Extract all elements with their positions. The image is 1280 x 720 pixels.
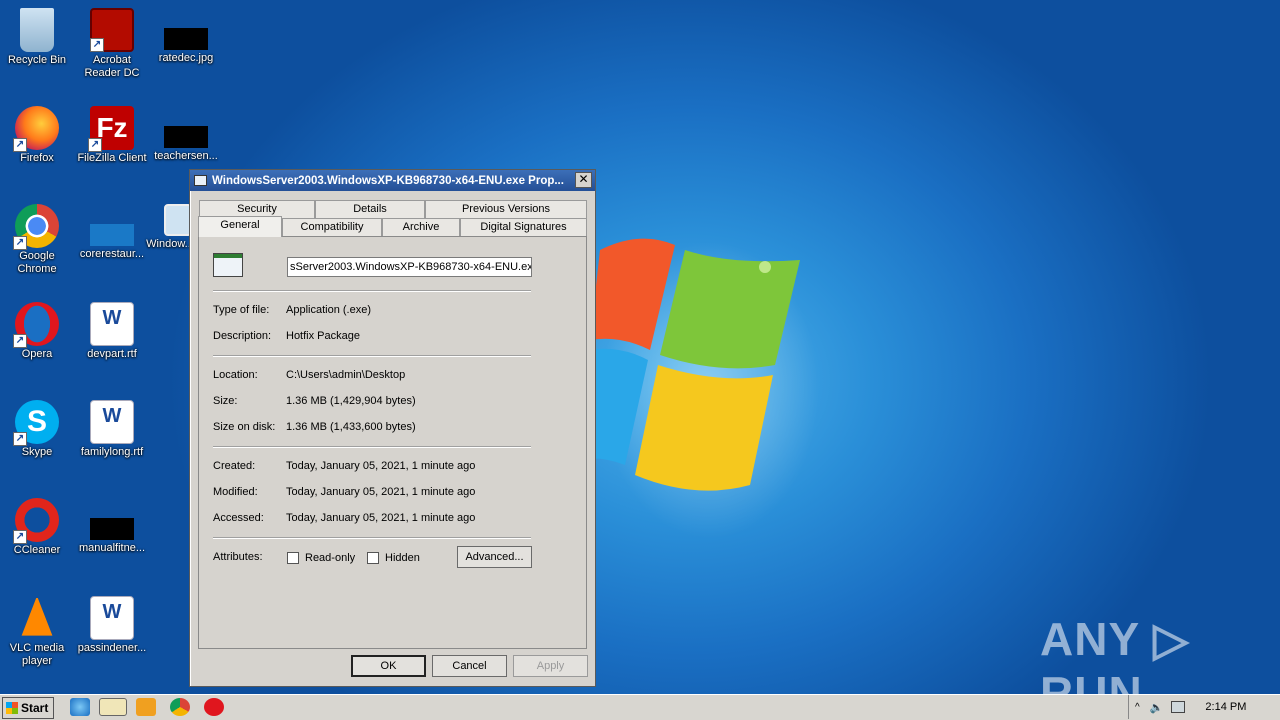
cancel-button[interactable]: Cancel <box>432 655 507 677</box>
windows-logo-wallpaper <box>580 238 800 491</box>
chrome-icon: ↗ <box>13 204 59 250</box>
ccleaner-icon: ↗ <box>13 498 59 544</box>
desktop-icon-ccleaner[interactable]: ↗ CCleaner <box>0 498 74 557</box>
hidden-checkbox[interactable] <box>367 552 379 564</box>
shortcut-arrow-icon: ↗ <box>13 236 27 250</box>
image-file-icon <box>164 28 208 50</box>
desktop-icon-familylong[interactable]: W familylong.rtf <box>75 400 149 459</box>
size-on-disk-label: Size on disk: <box>213 421 276 433</box>
tab-general[interactable]: General <box>198 216 282 237</box>
general-tab-panel: sServer2003.WindowsXP-KB968730-x64-ENU.e… <box>198 236 587 649</box>
show-hidden-icons-icon[interactable]: ^ <box>1135 702 1140 713</box>
properties-dialog: WindowsServer2003.WindowsXP-KB968730-x64… <box>189 169 596 687</box>
speaker-icon[interactable]: 🔈 <box>1150 701 1164 714</box>
description-value: Hotfix Package <box>286 330 360 342</box>
desktop-icon-manualfitne[interactable]: manualfitne... <box>75 498 149 555</box>
hidden-label: Hidden <box>385 552 420 564</box>
close-button[interactable]: ✕ <box>575 172 592 188</box>
internet-explorer-icon[interactable] <box>70 698 90 716</box>
tab-digital-signatures[interactable]: Digital Signatures <box>460 218 587 236</box>
shortcut-arrow-icon: ↗ <box>90 38 104 52</box>
desktop-icon-filezilla[interactable]: Fz ↗ FileZilla Client <box>75 106 149 165</box>
desktop-icon-ratedec[interactable]: ratedec.jpg <box>149 8 223 65</box>
modified-label: Modified: <box>213 486 258 498</box>
tab-archive[interactable]: Archive <box>382 218 460 236</box>
desktop-icon-firefox[interactable]: ↗ Firefox <box>0 106 74 165</box>
desktop-icon-opera[interactable]: ↗ Opera <box>0 302 74 361</box>
word-document-icon: W <box>90 302 134 346</box>
separator <box>213 537 531 539</box>
network-icon[interactable] <box>1171 701 1186 713</box>
desktop-icon-corerestaur[interactable]: corerestaur... <box>75 204 149 261</box>
firefox-icon: ↗ <box>13 106 59 152</box>
type-of-file-label: Type of file: <box>213 304 270 316</box>
file-explorer-icon[interactable] <box>99 698 127 716</box>
word-document-icon: W <box>90 596 134 640</box>
created-label: Created: <box>213 460 256 472</box>
description-label: Description: <box>213 330 272 342</box>
type-of-file-value: Application (.exe) <box>286 304 371 316</box>
media-player-icon[interactable] <box>136 698 156 716</box>
created-value: Today, January 05, 2021, 1 minute ago <box>286 460 476 472</box>
read-only-label: Read-only <box>305 552 356 564</box>
shortcut-arrow-icon: ↗ <box>13 530 27 544</box>
chrome-taskbar-icon[interactable] <box>170 698 190 716</box>
clock[interactable]: 2:14 PM <box>1205 701 1246 713</box>
shortcut-arrow-icon: ↗ <box>13 334 27 348</box>
shortcut-arrow-icon: ↗ <box>88 138 102 152</box>
separator <box>213 446 531 448</box>
apply-button[interactable]: Apply <box>513 655 588 677</box>
separator <box>213 355 531 357</box>
word-document-icon: W <box>90 400 134 444</box>
windows-logo-icon <box>6 701 18 714</box>
image-file-icon <box>164 126 208 148</box>
tab-compatibility[interactable]: Compatibility <box>282 218 382 236</box>
application-icon <box>194 175 207 186</box>
shortcut-arrow-icon: ↗ <box>13 432 27 446</box>
desktop-icon-vlc[interactable]: VLC media player <box>0 596 74 668</box>
filezilla-icon: Fz ↗ <box>88 106 134 152</box>
start-button[interactable]: Start <box>2 696 54 719</box>
read-only-checkbox[interactable] <box>287 552 299 564</box>
recycle-bin-icon <box>20 8 54 52</box>
desktop-icon-skype[interactable]: S ↗ Skype <box>0 400 74 459</box>
shortcut-arrow-icon: ↗ <box>13 138 27 152</box>
opera-taskbar-icon[interactable] <box>204 698 224 716</box>
accessed-value: Today, January 05, 2021, 1 minute ago <box>286 512 476 524</box>
file-type-icon <box>213 253 243 277</box>
separator <box>213 290 531 292</box>
opera-icon: ↗ <box>13 302 59 348</box>
desktop-icon-recycle-bin[interactable]: Recycle Bin <box>0 8 74 67</box>
dialog-titlebar[interactable]: WindowsServer2003.WindowsXP-KB968730-x64… <box>190 170 595 191</box>
size-value: 1.36 MB (1,429,904 bytes) <box>286 395 416 407</box>
vlc-cone-icon <box>21 596 53 636</box>
skype-icon: S ↗ <box>13 400 59 446</box>
tab-previous-versions[interactable]: Previous Versions <box>425 200 587 218</box>
dialog-title: WindowsServer2003.WindowsXP-KB968730-x64… <box>212 174 564 187</box>
advanced-button[interactable]: Advanced... <box>457 546 532 568</box>
desktop-icon-devpart[interactable]: W devpart.rtf <box>75 302 149 361</box>
tab-details[interactable]: Details <box>315 200 425 218</box>
location-label: Location: <box>213 369 258 381</box>
modified-value: Today, January 05, 2021, 1 minute ago <box>286 486 476 498</box>
acrobat-icon: ↗ <box>90 8 134 52</box>
accessed-label: Accessed: <box>213 512 264 524</box>
desktop-icon-acrobat[interactable]: ↗ Acrobat Reader DC <box>75 8 149 80</box>
size-on-disk-value: 1.36 MB (1,433,600 bytes) <box>286 421 416 433</box>
location-value: C:\Users\admin\Desktop <box>286 369 406 381</box>
size-label: Size: <box>213 395 238 407</box>
file-name-field[interactable]: sServer2003.WindowsXP-KB968730-x64-ENU.e… <box>287 257 532 277</box>
window-file-icon <box>164 204 192 236</box>
file-icon <box>90 224 134 246</box>
system-tray: ^ 🔈 2:14 PM <box>1128 695 1280 719</box>
desktop-icon-teachersen[interactable]: teachersen... <box>149 106 223 163</box>
ok-button[interactable]: OK <box>351 655 426 677</box>
taskbar: Start <box>0 694 1280 720</box>
desktop-icon-passindener[interactable]: W passindener... <box>75 596 149 655</box>
image-file-icon <box>90 518 134 540</box>
attributes-label: Attributes: <box>213 551 263 563</box>
desktop-icon-chrome[interactable]: ↗ Google Chrome <box>0 204 74 276</box>
